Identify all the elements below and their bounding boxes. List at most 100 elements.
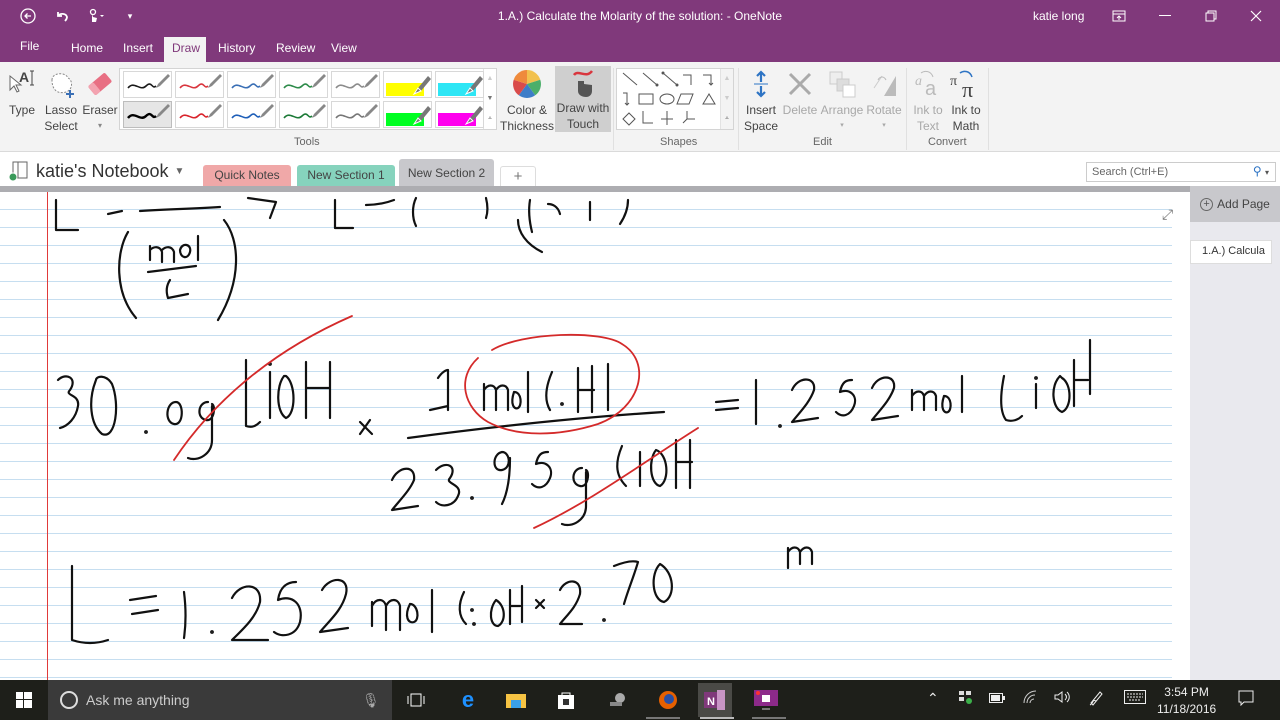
- pen-swatch[interactable]: [279, 71, 328, 98]
- highlighter-swatch[interactable]: [435, 71, 484, 98]
- draw-with-touch-button[interactable]: Draw with Touch: [555, 66, 611, 132]
- dropbox-icon[interactable]: [958, 690, 972, 707]
- scroll-up-icon[interactable]: ▲: [724, 75, 731, 82]
- cortana-search[interactable]: Ask me anything 🎙: [48, 680, 392, 720]
- firefox-icon[interactable]: [652, 686, 684, 714]
- show-hidden-icon[interactable]: ⌃: [927, 690, 939, 707]
- minimize-icon[interactable]: [1150, 3, 1180, 29]
- tab-history[interactable]: History: [210, 37, 263, 62]
- section-tab-new-section-2[interactable]: New Section 2: [399, 159, 494, 186]
- battery-icon[interactable]: [989, 690, 1005, 706]
- shapes-gallery: ▲ ▼ ⩡: [616, 68, 734, 130]
- cortana-icon: [60, 691, 78, 709]
- pen-swatch[interactable]: [123, 101, 172, 128]
- ink-to-math-button[interactable]: ππ Ink to Math: [948, 66, 984, 134]
- search-input[interactable]: Search (Ctrl+E) ⚲ ▾: [1086, 162, 1276, 182]
- insert-space-label-2: Space: [743, 119, 779, 133]
- pen-swatch[interactable]: [123, 71, 172, 98]
- pen-swatch[interactable]: [331, 71, 380, 98]
- note-page[interactable]: ⤢: [0, 192, 1190, 680]
- pen-icon: [231, 74, 274, 89]
- search-placeholder: Search (Ctrl+E): [1092, 166, 1169, 178]
- edge-icon[interactable]: e: [452, 686, 484, 714]
- rotate-button[interactable]: Rotate ▾: [864, 66, 904, 134]
- add-page-label: Add Page: [1217, 197, 1270, 211]
- tab-home[interactable]: Home: [63, 37, 111, 62]
- color-wheel-icon: [511, 66, 543, 102]
- delete-button[interactable]: Delete: [781, 66, 819, 118]
- file-explorer-icon[interactable]: [500, 686, 532, 714]
- page-list-item[interactable]: 1.A.) Calcula: [1190, 240, 1272, 264]
- network-app-icon[interactable]: [602, 686, 634, 714]
- pen-swatch[interactable]: [175, 71, 224, 98]
- notebook-selector[interactable]: katie's Notebook ▼: [8, 160, 184, 182]
- running-indicator: [646, 717, 680, 719]
- arrange-button[interactable]: Arrange ▾: [821, 66, 863, 134]
- expand-page-icon[interactable]: ⤢: [1162, 206, 1173, 223]
- svg-text:π: π: [962, 77, 973, 99]
- tab-draw[interactable]: Draw: [164, 37, 206, 62]
- highlighter-swatch[interactable]: [383, 71, 432, 98]
- action-center-icon[interactable]: [1238, 690, 1254, 709]
- store-icon[interactable]: [550, 686, 582, 714]
- volume-icon[interactable]: [1054, 690, 1070, 707]
- pen-swatch[interactable]: [175, 101, 224, 128]
- keyboard-icon[interactable]: [1124, 690, 1146, 707]
- user-name[interactable]: katie long: [1033, 9, 1084, 23]
- eraser-dropdown-icon[interactable]: ▾: [98, 118, 102, 134]
- highlighter-icon: [386, 106, 431, 126]
- tab-insert[interactable]: Insert: [115, 37, 161, 62]
- shapes-icons[interactable]: [619, 69, 723, 129]
- start-windows-icon[interactable]: [8, 686, 40, 714]
- task-view-icon[interactable]: [400, 686, 432, 714]
- tab-view[interactable]: View: [323, 37, 365, 62]
- wifi-icon[interactable]: [1022, 690, 1038, 707]
- type-button[interactable]: A Type: [6, 66, 38, 118]
- insert-space-icon: [751, 66, 771, 102]
- notebook-name: katie's Notebook: [36, 160, 169, 181]
- gallery-more-icon[interactable]: ⩡: [488, 115, 492, 123]
- add-section-button[interactable]: +: [500, 166, 536, 186]
- ink-to-text-button[interactable]: aa Ink to Text: [910, 66, 946, 134]
- screen-recorder-icon[interactable]: [750, 686, 782, 714]
- pen-icon: [127, 104, 170, 119]
- insert-space-button[interactable]: Insert Space: [742, 66, 780, 134]
- scroll-down-icon[interactable]: ▼: [487, 95, 494, 102]
- pen-swatch[interactable]: [227, 71, 276, 98]
- touch-mode-icon[interactable]: [86, 6, 106, 26]
- gallery-more-icon[interactable]: ⩡: [725, 115, 729, 123]
- separator: [988, 68, 989, 150]
- shapes-scroll[interactable]: ▲ ▼ ⩡: [720, 69, 733, 129]
- pen-swatch[interactable]: [279, 101, 328, 128]
- handwritten-ink[interactable]: [0, 192, 1172, 680]
- pen-swatch[interactable]: [331, 101, 380, 128]
- section-tab-new-section-1[interactable]: New Section 1: [297, 165, 395, 186]
- lasso-label-1: Lasso: [44, 103, 78, 117]
- restore-icon[interactable]: [1196, 3, 1226, 29]
- ribbon-display-options-icon[interactable]: [1104, 3, 1134, 29]
- onenote-icon[interactable]: N: [698, 683, 732, 717]
- search-icon[interactable]: ⚲ ▾: [1253, 164, 1269, 178]
- highlighter-swatch[interactable]: [383, 101, 432, 128]
- clock[interactable]: 3:54 PM 11/18/2016: [1157, 684, 1216, 718]
- close-icon[interactable]: [1241, 3, 1271, 29]
- pen-icon[interactable]: [1088, 690, 1104, 709]
- tab-review[interactable]: Review: [268, 37, 323, 62]
- eraser-button[interactable]: Eraser ▾: [82, 66, 118, 134]
- scroll-down-icon[interactable]: ▼: [724, 95, 731, 102]
- scroll-up-icon[interactable]: ▲: [487, 75, 494, 82]
- microphone-icon[interactable]: 🎙: [362, 692, 380, 709]
- add-page-button[interactable]: + Add Page: [1190, 186, 1280, 222]
- ribbon-draw: A Type Lasso Select Eraser ▾ ▲ ▼ ⩡ Tools: [0, 62, 1280, 152]
- pen-swatch[interactable]: [227, 101, 276, 128]
- add-circle-icon: +: [1200, 197, 1214, 211]
- section-tab-quick-notes[interactable]: Quick Notes: [203, 165, 291, 186]
- lasso-select-button[interactable]: Lasso Select: [42, 66, 80, 134]
- tab-file[interactable]: File: [12, 35, 47, 60]
- gallery-scroll[interactable]: ▲ ▼ ⩡: [483, 69, 496, 129]
- highlighter-swatch[interactable]: [435, 101, 484, 128]
- color-thickness-button[interactable]: Color & Thickness: [500, 66, 554, 134]
- back-icon[interactable]: [18, 6, 38, 26]
- undo-icon[interactable]: [52, 6, 72, 26]
- customize-qat-icon[interactable]: ▾: [120, 6, 140, 26]
